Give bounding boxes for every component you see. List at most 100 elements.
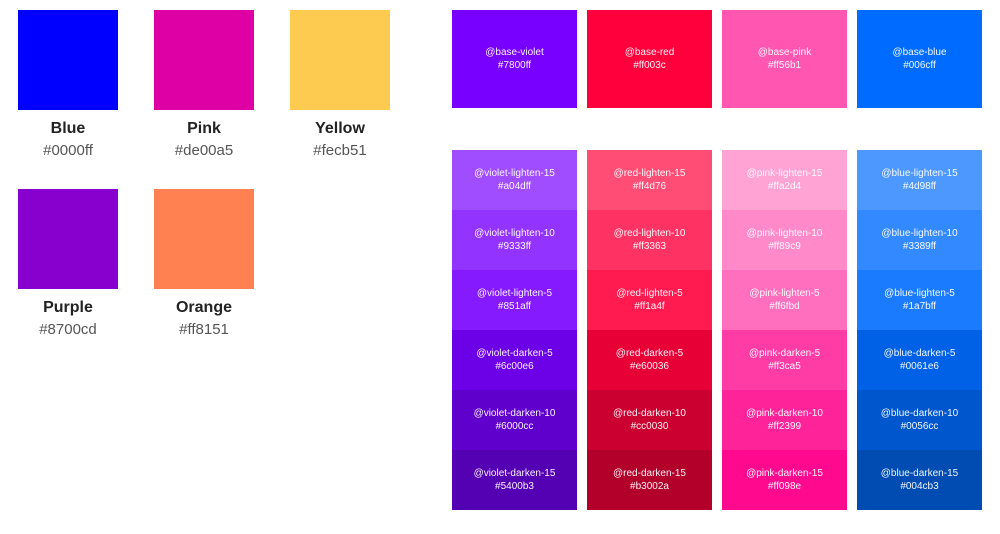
color-variable-name: @base-violet xyxy=(485,46,544,59)
swatch-name: Blue xyxy=(18,120,118,138)
shade-tile: @pink-darken-5#ff3ca5 xyxy=(722,330,847,390)
color-hex-value: #851aff xyxy=(498,300,531,313)
color-variable-name: @blue-darken-5 xyxy=(884,347,956,360)
swatch-name: Purple xyxy=(18,299,118,317)
color-hex-value: #5400b3 xyxy=(495,480,534,493)
swatch-box xyxy=(18,10,118,110)
color-hex-value: #0061e6 xyxy=(900,360,939,373)
color-variable-name: @red-darken-10 xyxy=(613,407,686,420)
color-hex-value: #a04dff xyxy=(498,180,531,193)
color-hex-value: #0056cc xyxy=(901,420,939,433)
base-colors-row: @base-violet#7800ff@base-red#ff003c@base… xyxy=(452,10,982,108)
shade-tile: @blue-lighten-5#1a7bff xyxy=(857,270,982,330)
color-variable-name: @violet-darken-5 xyxy=(476,347,552,360)
shade-tile: @blue-darken-10#0056cc xyxy=(857,390,982,450)
swatch-hex: #de00a5 xyxy=(154,142,254,159)
color-variable-name: @violet-lighten-15 xyxy=(474,167,555,180)
color-hex-value: #6c00e6 xyxy=(495,360,533,373)
color-hex-value: #e60036 xyxy=(630,360,669,373)
shade-tile: @red-lighten-5#ff1a4f xyxy=(587,270,712,330)
shade-tile: @violet-darken-15#5400b3 xyxy=(452,450,577,510)
shade-tile: @pink-darken-10#ff2399 xyxy=(722,390,847,450)
shade-tile: @red-darken-15#b3002a xyxy=(587,450,712,510)
color-variable-name: @base-pink xyxy=(758,46,812,59)
swatch-box xyxy=(154,10,254,110)
color-variable-name: @blue-darken-15 xyxy=(881,467,958,480)
swatch-hex: #8700cd xyxy=(18,321,118,338)
color-hex-value: #ff003c xyxy=(633,59,666,72)
color-hex-value: #ff4d76 xyxy=(633,180,666,193)
color-variable-name: @blue-lighten-15 xyxy=(881,167,957,180)
color-variable-name: @pink-darken-15 xyxy=(746,467,823,480)
swatch-box xyxy=(154,189,254,289)
shade-tile: @pink-lighten-10#ff89c9 xyxy=(722,210,847,270)
base-tile-red: @base-red#ff003c xyxy=(587,10,712,108)
shade-tile: @violet-darken-10#6000cc xyxy=(452,390,577,450)
color-variable-name: @violet-lighten-5 xyxy=(477,287,552,300)
shade-tile: @red-lighten-15#ff4d76 xyxy=(587,150,712,210)
color-variable-name: @violet-darken-10 xyxy=(474,407,556,420)
color-hex-value: #3389ff xyxy=(903,240,936,253)
color-hex-value: #004cb3 xyxy=(900,480,938,493)
color-variable-name: @pink-lighten-10 xyxy=(747,227,823,240)
swatch-name: Orange xyxy=(154,299,254,317)
color-hex-value: #ffa2d4 xyxy=(768,180,801,193)
shade-tile: @violet-lighten-10#9333ff xyxy=(452,210,577,270)
color-variable-name: @blue-lighten-10 xyxy=(881,227,957,240)
color-hex-value: #ff3363 xyxy=(633,240,666,253)
color-hex-value: #006cff xyxy=(903,59,936,72)
color-variable-name: @base-blue xyxy=(892,46,946,59)
color-hex-value: #ff1a4f xyxy=(634,300,664,313)
shade-tile: @red-darken-10#cc0030 xyxy=(587,390,712,450)
color-hex-value: #ff098e xyxy=(768,480,801,493)
base-tile-blue: @base-blue#006cff xyxy=(857,10,982,108)
swatch-name: Yellow xyxy=(290,120,390,138)
shade-columns-row: @violet-lighten-15#a04dff @violet-lighten… xyxy=(452,150,982,510)
color-variable-name: @pink-lighten-5 xyxy=(749,287,819,300)
swatch-orange: Orange #ff8151 xyxy=(154,189,254,338)
base-tile-pink: @base-pink#ff56b1 xyxy=(722,10,847,108)
shade-tile: @violet-lighten-5#851aff xyxy=(452,270,577,330)
left-palette: Blue #0000ff Pink #de00a5 Yellow #fecb51 Purpl… xyxy=(18,10,412,510)
swatch-hex: #fecb51 xyxy=(290,142,390,159)
swatch-box xyxy=(18,189,118,289)
color-hex-value: #4d98ff xyxy=(903,180,936,193)
color-variable-name: @violet-darken-15 xyxy=(474,467,556,480)
color-reference-page: Blue #0000ff Pink #de00a5 Yellow #fecb51 Purpl… xyxy=(0,0,1000,520)
swatch-box xyxy=(290,10,390,110)
shade-tile: @blue-darken-5#0061e6 xyxy=(857,330,982,390)
swatch-grid: Blue #0000ff Pink #de00a5 Yellow #fecb51 Purpl… xyxy=(18,10,412,338)
shade-tile: @pink-lighten-5#ff6fbd xyxy=(722,270,847,330)
swatch-yellow: Yellow #fecb51 xyxy=(290,10,390,159)
color-variable-name: @base-red xyxy=(625,46,675,59)
swatch-purple: Purple #8700cd xyxy=(18,189,118,338)
swatch-hex: #0000ff xyxy=(18,142,118,159)
shade-column-red: @red-lighten-15#ff4d76@red-lighten-10#ff… xyxy=(587,150,712,510)
swatch-hex: #ff8151 xyxy=(154,321,254,338)
shade-tile: @red-lighten-10#ff3363 xyxy=(587,210,712,270)
base-tile-violet: @base-violet#7800ff xyxy=(452,10,577,108)
shade-tile: @blue-lighten-10#3389ff xyxy=(857,210,982,270)
color-hex-value: #6000cc xyxy=(496,420,534,433)
right-palette: @base-violet#7800ff@base-red#ff003c@base… xyxy=(452,10,982,510)
shade-column-blue: @blue-lighten-15#4d98ff@blue-lighten-10#… xyxy=(857,150,982,510)
color-variable-name: @blue-darken-10 xyxy=(881,407,958,420)
color-hex-value: #b3002a xyxy=(630,480,669,493)
swatch-name: Pink xyxy=(154,120,254,138)
shade-column-violet: @violet-lighten-15#a04dff @violet-lighten… xyxy=(452,150,577,510)
color-hex-value: #ff56b1 xyxy=(768,59,801,72)
color-variable-name: @red-darken-5 xyxy=(616,347,683,360)
color-variable-name: @red-lighten-10 xyxy=(614,227,686,240)
color-hex-value: #ff2399 xyxy=(768,420,801,433)
swatch-blue: Blue #0000ff xyxy=(18,10,118,159)
color-variable-name: @pink-darken-5 xyxy=(749,347,820,360)
color-hex-value: #ff89c9 xyxy=(768,240,801,253)
color-hex-value: #7800ff xyxy=(498,59,531,72)
shade-tile: @violet-darken-5#6c00e6 xyxy=(452,330,577,390)
shade-tile: @pink-lighten-15#ffa2d4 xyxy=(722,150,847,210)
shade-tile: @pink-darken-15#ff098e xyxy=(722,450,847,510)
shade-tile: @blue-lighten-15#4d98ff xyxy=(857,150,982,210)
color-hex-value: #ff6fbd xyxy=(769,300,799,313)
color-hex-value: #9333ff xyxy=(498,240,531,253)
color-variable-name: @violet-lighten-10 xyxy=(474,227,555,240)
